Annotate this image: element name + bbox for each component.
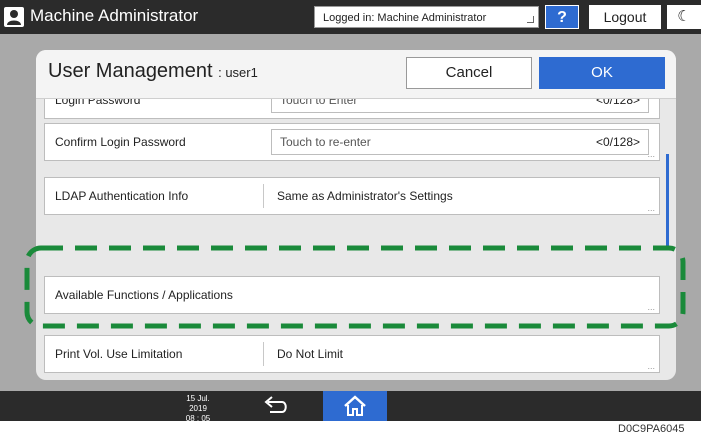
ok-button[interactable]: OK	[539, 57, 665, 89]
back-button[interactable]	[256, 394, 296, 418]
row-label: Print Vol. Use Limitation	[55, 347, 183, 361]
date-text: 15 Jul. 2019	[186, 394, 210, 413]
cancel-button[interactable]: Cancel	[406, 57, 532, 89]
ellipsis-icon: ...	[647, 149, 655, 159]
row-value: Do Not Limit	[277, 347, 344, 361]
confirm-password-field[interactable]: Touch to re-enter <0/128>	[271, 129, 649, 155]
user-management-dialog: User Management : user1 Cancel OK Login …	[36, 50, 676, 380]
bottom-bar: 15 Jul. 2019 08 : 05	[0, 391, 701, 424]
home-icon	[344, 395, 366, 416]
dialog-title: User Management : user1	[48, 60, 258, 83]
row-divider	[263, 342, 264, 366]
row-divider	[263, 184, 264, 208]
date-time: 15 Jul. 2019 08 : 05	[178, 394, 218, 424]
ellipsis-icon: ...	[647, 203, 655, 213]
field-placeholder: Touch to re-enter	[280, 135, 371, 149]
list-scrollbar[interactable]	[666, 154, 669, 246]
help-button[interactable]: ?	[545, 5, 579, 29]
settings-list[interactable]: Login Password Touch to Enter <0/128> Co…	[36, 99, 676, 380]
row-value: Same as Administrator's Settings	[277, 189, 453, 203]
logged-in-status: Logged in: Machine Administrator	[314, 6, 539, 28]
row-print-volume-limit[interactable]: Print Vol. Use Limitation Do Not Limit .…	[44, 335, 660, 373]
ellipsis-icon: ...	[647, 361, 655, 371]
ellipsis-icon: ...	[647, 302, 655, 312]
corner-mark-icon	[527, 16, 534, 23]
field-placeholder: Touch to Enter	[280, 99, 358, 107]
dialog-header: User Management : user1 Cancel OK	[36, 50, 676, 99]
energy-saver-button[interactable]: ☾	[667, 5, 701, 29]
row-available-functions[interactable]: Available Functions / Applications ...	[44, 276, 660, 314]
logged-in-text: Logged in: Machine Administrator	[323, 12, 487, 24]
row-login-password[interactable]: Login Password Touch to Enter <0/128>	[44, 99, 660, 119]
dialog-subtitle: : user1	[218, 65, 258, 80]
top-bar: Machine Administrator Logged in: Machine…	[0, 0, 701, 34]
login-password-field[interactable]: Touch to Enter <0/128>	[271, 99, 649, 113]
row-label: Confirm Login Password	[55, 135, 186, 149]
figure-id: D0C9PA6045	[618, 423, 685, 435]
char-count: <0/128>	[595, 135, 640, 149]
row-confirm-login-password[interactable]: Confirm Login Password Touch to re-enter…	[44, 123, 660, 161]
row-label: Login Password	[55, 99, 141, 107]
admin-title: Machine Administrator	[30, 6, 199, 25]
logout-button[interactable]: Logout	[589, 5, 661, 29]
admin-user-icon	[4, 7, 24, 27]
time-text: 08 : 05	[185, 414, 211, 423]
home-button[interactable]	[323, 391, 387, 421]
row-label: LDAP Authentication Info	[55, 189, 189, 203]
back-arrow-icon	[264, 396, 287, 413]
row-label: Available Functions / Applications	[55, 288, 233, 302]
dialog-title-text: User Management	[48, 60, 213, 82]
row-ldap-authentication[interactable]: LDAP Authentication Info Same as Adminis…	[44, 177, 660, 215]
char-count: <0/128>	[595, 99, 640, 107]
